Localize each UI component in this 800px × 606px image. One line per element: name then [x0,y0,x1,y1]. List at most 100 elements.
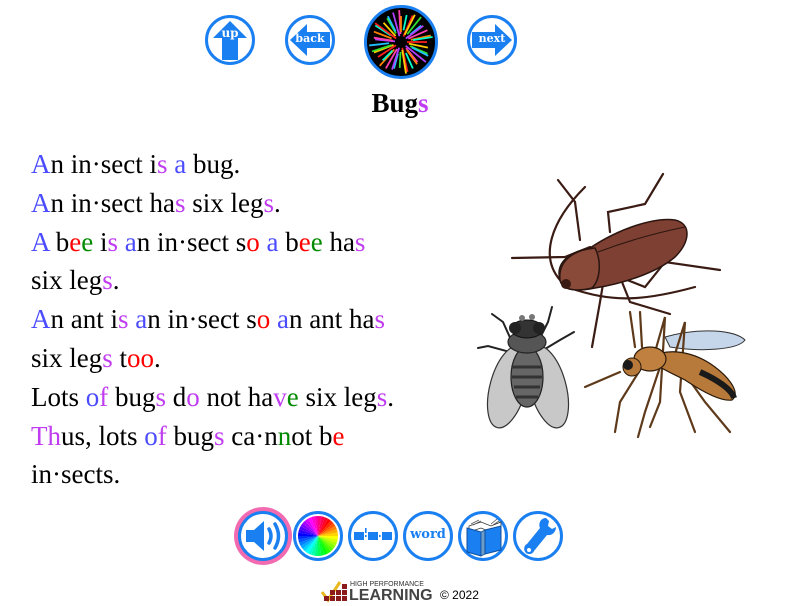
story-segment: o [246,226,260,257]
story-segment: bug [166,420,215,451]
story-segment: ha [322,226,355,257]
story-segment: A [31,304,51,335]
story-segment: a [276,304,289,335]
story-line: in·sects. [31,455,461,494]
wrench-icon [524,518,556,555]
logo-text-big: LEARNING [349,587,433,604]
firework-ray [369,42,390,47]
story-segment: e [332,420,345,451]
story-segment: A [31,226,50,257]
story-segment: ot b [291,420,333,451]
back-label: back [295,32,325,45]
story-segment: in·sects. [31,459,121,490]
up-label: up [221,26,239,40]
syllable-split-button[interactable] [348,511,398,561]
next-label: next [478,32,506,45]
story-segment: a [266,226,279,257]
title-segment: s [418,88,429,118]
story-segment: e [298,226,311,257]
story-segment: oo [127,342,155,373]
story-segment: n ant i [50,304,119,335]
story-segment: n in·sect s [147,304,257,335]
story-segment: s [376,381,388,412]
story-segment: o [85,381,100,412]
color-wheel-icon [298,516,338,556]
mosquito-image [583,310,746,439]
story-segment: f [99,381,109,412]
story-segment: v [273,381,287,412]
story-segment: s [214,420,225,451]
story-segment: a [174,149,187,179]
story-segment: A [31,149,51,179]
story-segment: bug [108,381,156,412]
story-segment: Lots [31,381,86,412]
story-segment: s [174,187,186,218]
book-icon [466,518,502,557]
up-button[interactable]: up [205,15,255,65]
story-segment: s [374,304,385,335]
story-line: six legs too. [31,339,461,378]
speaker-icon [246,521,281,551]
story-segment: a [124,226,137,257]
story-text: An in·sect is a bug. An in·sect has six l… [31,145,461,494]
story-segment: six leg [298,381,377,412]
story-segment: d [166,381,187,412]
word-label: word [410,527,446,542]
page-title: Bugs [0,88,800,119]
story-segment: b [49,226,70,257]
story-segment: s [118,304,129,335]
story-segment: Th [31,420,61,451]
story-segment: e [286,381,299,412]
story-line: Lots of bugs do not have six legs. [31,378,461,417]
story-line: An in·sect has six legs. [31,184,461,223]
settings-button[interactable] [513,511,563,561]
story-segment: not ha [199,381,274,412]
story-segment: s [156,149,168,179]
story-segment: e [81,226,94,257]
story-segment: A [31,187,51,218]
story-line: six legs. [31,261,461,300]
story-line: An in·sect is a bug. [31,145,461,184]
story-line: A bee is an in·sect so a bee has [31,223,461,262]
story-segment [118,227,125,257]
story-segment: n in·sect i [50,149,157,179]
story-segment: t [112,342,128,373]
story-segment: s [107,226,119,257]
story-segment: b [278,226,299,257]
title-segment: Bug [371,88,418,118]
story-segment: n [277,420,292,451]
word-button[interactable]: word [403,511,453,561]
copyright: © 2022 [440,588,479,602]
next-button[interactable]: next [467,15,517,65]
story-segment: o [186,381,200,412]
story-segment [270,304,277,334]
story-segment: n in·sect ha [50,187,175,218]
firework-ray [398,51,402,69]
story-segment: e [310,226,323,257]
speaker-button[interactable] [238,511,288,561]
story-line: Thus, lots of bugs ca·nnot be [31,417,461,456]
story-segment: n in·sect s [136,226,247,257]
story-segment: bug. [186,149,241,179]
story-segment: six leg [31,342,103,373]
story-segment: s [102,342,113,373]
story-segment: s [155,381,167,412]
story-segment: a [135,304,148,335]
syllable-split-icon [354,528,392,540]
story-line: An ant is an in·sect so an ant has [31,300,461,339]
book-button[interactable] [458,511,508,561]
story-segment: o [256,304,271,335]
story-segment: ca·n [224,420,278,451]
story-segment: f [157,420,167,451]
fireworks-hub-button[interactable] [364,5,438,79]
insects-illustration [477,172,746,439]
story-segment: us, lots [61,420,145,451]
back-button[interactable]: back [285,15,335,65]
story-segment: . [154,342,161,373]
cockroach-image [510,172,722,349]
story-segment: s [102,265,113,296]
hpl-logo-icon [320,581,347,603]
fly-image [477,306,575,429]
firework-ray [402,14,408,31]
color-wheel-button[interactable] [293,511,343,561]
